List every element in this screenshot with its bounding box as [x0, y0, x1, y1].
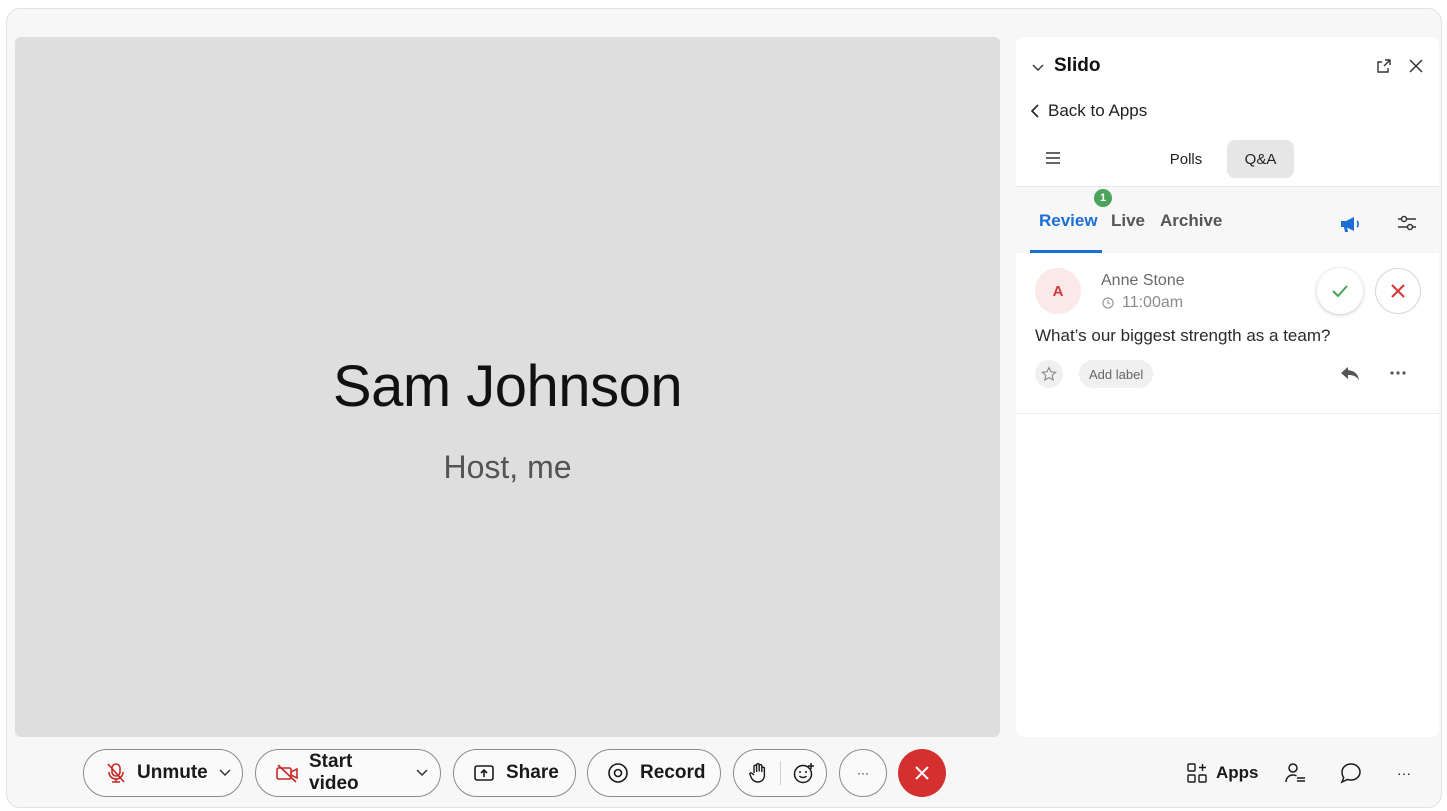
chat-button[interactable] [1339, 758, 1363, 788]
unmute-button[interactable]: Unmute [83, 749, 243, 797]
participants-icon [1285, 763, 1305, 783]
back-to-apps-link[interactable]: Back to Apps [1030, 100, 1147, 122]
video-off-icon [276, 764, 298, 783]
tab-review[interactable]: Review [1039, 211, 1098, 231]
panel-title: Slido [1054, 55, 1101, 76]
dismiss-button[interactable] [1375, 268, 1421, 314]
microphone-muted-icon [107, 763, 125, 783]
reply-icon[interactable] [1339, 364, 1361, 382]
end-call-icon [915, 766, 929, 780]
panel-header: Slido Back to Apps Polls Q&A [1016, 37, 1439, 187]
record-button[interactable]: Record [587, 749, 721, 797]
start-video-button[interactable]: Start video [255, 749, 441, 797]
question-time: 11:00am [1102, 294, 1183, 312]
sliders-icon[interactable] [1396, 213, 1418, 233]
star-icon [1041, 366, 1057, 382]
hamburger-menu-icon[interactable] [1044, 150, 1062, 166]
chevron-down-icon[interactable] [1030, 59, 1046, 75]
avatar: A [1035, 268, 1081, 314]
more-options-button[interactable]: ··· [839, 749, 887, 797]
chevron-down-icon[interactable] [218, 768, 232, 778]
more-options-right-label: ··· [1397, 765, 1411, 781]
segment-polls[interactable]: Polls [1156, 140, 1216, 178]
checkmark-icon [1332, 285, 1348, 298]
share-label: Share [506, 762, 559, 783]
question-text: What’s our biggest strength as a team? [1035, 326, 1331, 345]
end-call-button[interactable] [898, 749, 946, 797]
more-options-label: ··· [857, 766, 869, 780]
emoji-reaction-icon[interactable] [792, 761, 816, 785]
unmute-label: Unmute [137, 762, 208, 783]
ellipsis-icon[interactable] [1388, 364, 1408, 382]
segment-qa[interactable]: Q&A [1227, 140, 1294, 178]
tab-live[interactable]: Live [1111, 211, 1145, 231]
divider [780, 761, 781, 785]
popout-icon[interactable] [1375, 57, 1393, 75]
close-icon[interactable] [1407, 57, 1425, 75]
record-label: Record [640, 762, 706, 783]
reactions-group [733, 749, 827, 797]
apps-grid-icon [1187, 763, 1207, 783]
question-card: A Anne Stone 11:00am What’s our biggest … [1016, 253, 1439, 414]
slido-panel: Slido Back to Apps Polls Q&A Review Live… [1016, 37, 1439, 737]
participant-role: Host, me [443, 449, 572, 485]
star-button[interactable] [1035, 360, 1063, 388]
question-author: Anne Stone [1101, 272, 1185, 289]
start-video-label: Start video [309, 751, 359, 794]
back-to-apps-label: Back to Apps [1048, 101, 1148, 120]
meeting-window: Sam Johnson Host, me Slido Back to Apps … [6, 8, 1442, 808]
clock-icon [1102, 297, 1114, 309]
qa-tab-bar: Review Live 1 Archive [1016, 187, 1439, 253]
participants-button[interactable] [1283, 758, 1307, 788]
approve-button[interactable] [1317, 268, 1363, 314]
megaphone-icon[interactable] [1338, 214, 1362, 234]
apps-button[interactable]: Apps [1186, 758, 1259, 788]
chevron-down-icon[interactable] [415, 768, 429, 778]
apps-label: Apps [1216, 763, 1259, 782]
participant-name: Sam Johnson [332, 354, 683, 419]
x-icon [1391, 284, 1405, 298]
raise-hand-icon[interactable] [748, 762, 768, 784]
record-icon [608, 763, 628, 783]
share-screen-icon [474, 765, 494, 781]
more-options-right-button[interactable]: ··· [1397, 758, 1411, 788]
add-label-button[interactable]: Add label [1079, 360, 1154, 388]
video-stage: Sam Johnson Host, me [15, 37, 1000, 737]
chevron-left-icon [1030, 104, 1039, 118]
tab-archive[interactable]: Archive [1160, 211, 1222, 231]
chat-bubble-icon [1340, 763, 1361, 784]
share-button[interactable]: Share [453, 749, 576, 797]
question-time-label: 11:00am [1122, 294, 1184, 311]
live-count-badge: 1 [1094, 189, 1112, 207]
